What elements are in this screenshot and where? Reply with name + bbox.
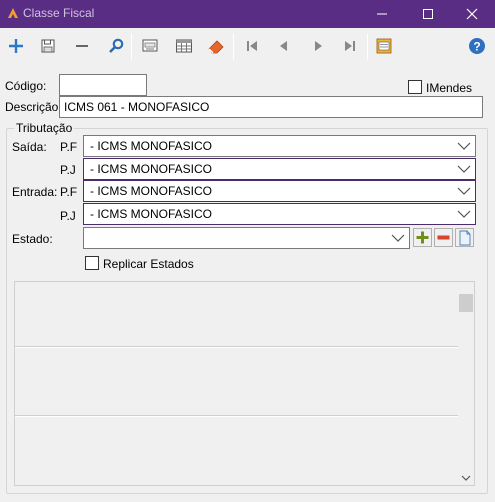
- add-icon: [9, 39, 23, 53]
- toolbar-separator: [233, 34, 234, 60]
- eraser-icon: [208, 40, 224, 54]
- next-icon: [315, 41, 322, 51]
- entrada-pf-select[interactable]: - ICMS MONOFASICO: [83, 180, 476, 202]
- codigo-label: Código:: [5, 79, 47, 93]
- save-icon: [41, 39, 55, 53]
- estado-select[interactable]: [83, 227, 410, 249]
- close-button[interactable]: [449, 0, 495, 28]
- estados-grid[interactable]: [14, 281, 475, 486]
- title-bar: Classe Fiscal: [0, 0, 495, 28]
- descricao-label: Descrição:: [5, 100, 62, 114]
- eraser-button[interactable]: [204, 34, 228, 58]
- saida-label: Saída:: [12, 140, 47, 154]
- save-button[interactable]: [36, 34, 60, 58]
- saida-pf-select[interactable]: - ICMS MONOFASICO: [83, 135, 476, 157]
- close-icon: [466, 8, 478, 20]
- maximize-button[interactable]: [405, 0, 451, 28]
- export-button[interactable]: [372, 34, 396, 58]
- scroll-down-icon[interactable]: [461, 475, 471, 482]
- table-icon: [176, 39, 192, 53]
- toolbar-separator: [131, 34, 132, 60]
- window-title: Classe Fiscal: [23, 6, 95, 20]
- remove-icon: [76, 45, 88, 47]
- remove-button[interactable]: [70, 34, 94, 58]
- app-logo-icon: [8, 8, 18, 18]
- next-record-button[interactable]: [306, 34, 330, 58]
- imendes-label: IMendes: [426, 81, 473, 95]
- saida-pj-select[interactable]: - ICMS MONOFASICO: [83, 158, 476, 180]
- help-icon: ?: [469, 38, 485, 54]
- codigo-input[interactable]: [59, 74, 147, 96]
- replicar-estados-checkbox[interactable]: [85, 256, 99, 270]
- minus-icon: [437, 235, 450, 240]
- plus-icon: [416, 231, 429, 244]
- last-record-button[interactable]: [338, 34, 362, 58]
- minimize-button[interactable]: [359, 0, 405, 28]
- chevron-down-icon: [457, 165, 471, 173]
- entrada-label: Entrada:: [12, 185, 58, 199]
- maximize-icon: [423, 9, 433, 19]
- first-icon: [247, 41, 257, 51]
- search-button[interactable]: [104, 34, 128, 58]
- help-button[interactable]: ?: [465, 34, 489, 58]
- first-record-button[interactable]: [240, 34, 264, 58]
- toolbar-separator: [367, 34, 368, 60]
- scrollbar-thumb[interactable]: [459, 294, 473, 312]
- entrada-pf-label: P.F: [60, 185, 78, 199]
- document-icon: [459, 230, 470, 245]
- entrada-pj-label: P.J: [60, 209, 76, 223]
- add-button[interactable]: [4, 34, 28, 58]
- tributacao-title: Tributação: [14, 121, 75, 135]
- toolbar: ?: [0, 28, 495, 64]
- minimize-icon: [377, 13, 387, 15]
- grid-row-divider: [15, 347, 460, 348]
- new-document-button[interactable]: [455, 228, 474, 247]
- svg-text:?: ?: [473, 40, 480, 54]
- entrada-pf-value: - ICMS MONOFASICO: [90, 184, 213, 198]
- previous-record-button[interactable]: [272, 34, 296, 58]
- estado-label: Estado:: [12, 232, 53, 246]
- grid-row-divider: [15, 416, 460, 417]
- previous-icon: [280, 41, 287, 51]
- print-button[interactable]: [138, 34, 162, 58]
- export-icon: [376, 38, 392, 54]
- chevron-down-icon: [457, 187, 471, 195]
- saida-pj-value: - ICMS MONOFASICO: [90, 162, 213, 176]
- chevron-down-icon: [457, 142, 471, 150]
- saida-pj-label: P.J: [60, 163, 76, 177]
- table-button[interactable]: [172, 34, 196, 58]
- last-icon: [345, 41, 355, 51]
- saida-pf-label: P.F: [60, 140, 78, 154]
- imendes-checkbox[interactable]: [408, 80, 422, 94]
- replicar-estados-label: Replicar Estados: [103, 257, 194, 271]
- descricao-input[interactable]: ICMS 061 - MONOFASICO: [59, 96, 483, 118]
- grid-scrollbar[interactable]: [458, 282, 474, 485]
- chevron-down-icon: [457, 210, 471, 218]
- entrada-pj-value: - ICMS MONOFASICO: [90, 207, 213, 221]
- remove-estado-button[interactable]: [434, 228, 453, 247]
- chevron-down-icon: [391, 234, 405, 242]
- saida-pf-value: - ICMS MONOFASICO: [90, 139, 213, 153]
- entrada-pj-select[interactable]: - ICMS MONOFASICO: [83, 203, 476, 225]
- add-estado-button[interactable]: [413, 228, 432, 247]
- print-icon: [142, 39, 158, 52]
- search-icon: [109, 38, 124, 53]
